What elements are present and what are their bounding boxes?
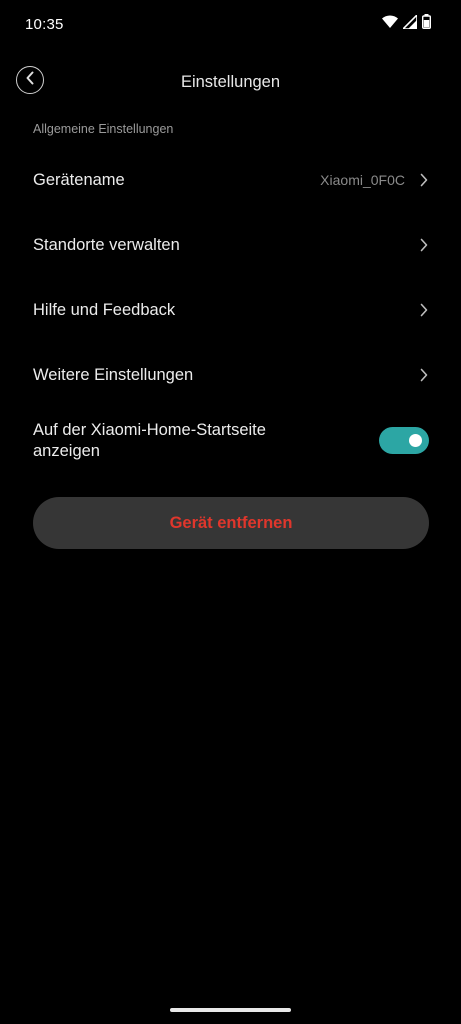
status-time: 10:35: [25, 16, 64, 33]
battery-icon: [421, 14, 431, 34]
status-icons: [382, 12, 431, 34]
show-on-home-toggle[interactable]: [379, 427, 429, 454]
chevron-right-icon: [419, 302, 429, 318]
device-name-value: Xiaomi_0F0C: [320, 172, 405, 188]
help-feedback-row[interactable]: Hilfe und Feedback: [33, 290, 429, 330]
section-label: Allgemeine Einstellungen: [33, 122, 174, 136]
home-indicator[interactable]: [170, 1008, 291, 1012]
device-name-row[interactable]: Gerätename Xiaomi_0F0C: [33, 160, 429, 200]
show-on-home-row: Auf der Xiaomi-Home-Startseite anzeigen: [33, 420, 429, 464]
cell-signal-icon: [401, 12, 418, 34]
chevron-right-icon: [419, 172, 429, 188]
device-name-label: Gerätename: [33, 170, 125, 189]
status-bar: 10:35: [0, 0, 461, 50]
page-title: Einstellungen: [180, 73, 281, 91]
help-feedback-label: Hilfe und Feedback: [33, 300, 176, 319]
manage-locations-label: Standorte verwalten: [33, 235, 180, 254]
header: Einstellungen: [0, 60, 461, 104]
more-settings-row[interactable]: Weitere Einstellungen: [33, 355, 429, 395]
more-settings-label: Weitere Einstellungen: [33, 365, 194, 384]
remove-device-button[interactable]: Gerät entfernen: [33, 497, 429, 549]
toggle-knob: [409, 434, 422, 447]
chevron-right-icon: [419, 367, 429, 383]
manage-locations-row[interactable]: Standorte verwalten: [33, 225, 429, 265]
wifi-icon: [382, 15, 398, 33]
show-on-home-label: Auf der Xiaomi-Home-Startseite anzeigen: [33, 421, 266, 460]
chevron-right-icon: [419, 237, 429, 253]
